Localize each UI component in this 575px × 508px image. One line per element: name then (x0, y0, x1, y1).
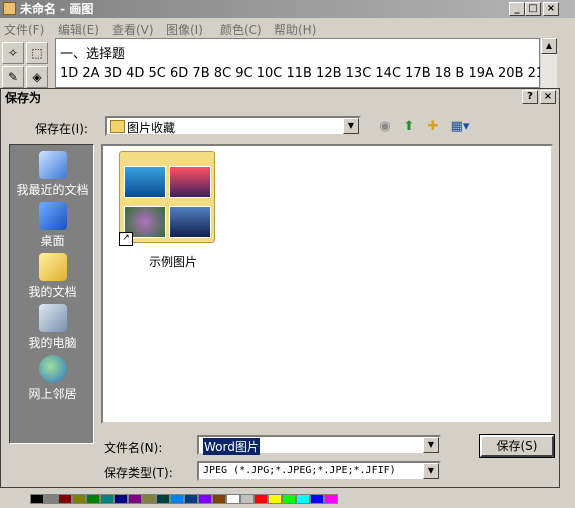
paint-app-icon (3, 2, 16, 15)
drawing-canvas[interactable]: 一、选择题 1D 2A 3D 4D 5C 6D 7B 8C 9C 10C 11B… (55, 38, 553, 88)
eraser-tool-icon[interactable]: ✎ (2, 66, 24, 88)
menu-colors[interactable]: 颜色(C) (220, 21, 262, 38)
color-swatch[interactable] (58, 494, 72, 504)
recent-documents-icon (38, 151, 67, 179)
save-in-value: 图片收藏 (127, 121, 176, 135)
minimize-button[interactable]: _ (509, 2, 525, 16)
place-my-documents[interactable]: 我的文档 (10, 249, 95, 299)
filetype-label: 保存类型(T): (104, 466, 173, 480)
color-swatch[interactable] (128, 494, 142, 504)
color-swatch[interactable] (212, 494, 226, 504)
network-places-icon (38, 355, 67, 383)
color-swatch[interactable] (44, 494, 58, 504)
menu-view[interactable]: 查看(V) (112, 21, 154, 38)
maximize-button[interactable]: □ (525, 2, 541, 16)
places-bar: 我最近的文档 桌面 我的文档 我的电脑 网上邻居 (9, 144, 94, 444)
color-swatch[interactable] (170, 494, 184, 504)
dialog-title-bar: 保存为 ? × (1, 89, 559, 107)
color-swatch[interactable] (100, 494, 114, 504)
new-folder-icon[interactable]: ✚ (424, 118, 442, 136)
color-swatch[interactable] (282, 494, 296, 504)
fill-tool-icon[interactable]: ◈ (26, 66, 48, 88)
folder-label: 示例图片 (149, 255, 198, 269)
color-swatch[interactable] (254, 494, 268, 504)
thumbnail (169, 206, 211, 238)
thumbnail (124, 166, 166, 198)
place-my-computer[interactable]: 我的电脑 (10, 300, 95, 350)
color-swatch[interactable] (156, 494, 170, 504)
save-in-dropdown[interactable]: 图片收藏 ▼ (105, 116, 361, 136)
color-swatch[interactable] (142, 494, 156, 504)
help-button[interactable]: ? (522, 90, 538, 104)
my-documents-icon (38, 253, 67, 281)
save-button[interactable]: 保存(S) (479, 434, 555, 458)
menu-bar: 文件(F) 编辑(E) 查看(V) 图像(I) 颜色(C) 帮助(H) (0, 18, 575, 38)
view-menu-icon[interactable]: ▦▾ (448, 118, 472, 136)
place-network[interactable]: 网上邻居 (10, 351, 95, 401)
color-swatch[interactable] (184, 494, 198, 504)
color-swatch[interactable] (198, 494, 212, 504)
save-as-dialog: 保存为 ? × 保存在(I): 图片收藏 ▼ ◉ ⬆ ✚ ▦▾ 我最近的文档 桌… (0, 88, 560, 488)
desktop-icon (38, 202, 67, 230)
back-icon[interactable]: ◉ (376, 118, 394, 136)
my-computer-icon (38, 304, 67, 332)
color-swatch[interactable] (86, 494, 100, 504)
color-swatch[interactable] (30, 494, 44, 504)
thumbnail (169, 166, 211, 198)
filetype-value: JPEG (*.JPG;*.JPEG;*.JPE;*.JFIF) (203, 465, 396, 476)
chevron-down-icon[interactable]: ▼ (423, 463, 439, 479)
dialog-title: 保存为 (5, 91, 42, 105)
scroll-up-icon[interactable]: ▲ (541, 38, 557, 54)
place-label: 我的电脑 (28, 336, 77, 350)
place-label: 桌面 (40, 234, 65, 248)
color-swatch[interactable] (72, 494, 86, 504)
toolbox: ✧ ⬚ ✎ ◈ (0, 38, 52, 88)
filename-value: Word图片 (203, 438, 260, 455)
color-swatch[interactable] (268, 494, 282, 504)
chevron-down-icon[interactable]: ▼ (343, 118, 359, 134)
color-palette (0, 488, 575, 508)
paint-title-bar: 未命名 - 画图 _ □ × (0, 0, 575, 18)
filename-field[interactable]: Word图片 ▼ (197, 435, 441, 455)
paint-window-title: 未命名 - 画图 (20, 2, 94, 16)
menu-image[interactable]: 图像(I) (166, 21, 203, 38)
folder-item-sample-pictures[interactable]: ↗ 示例图片 (119, 151, 217, 269)
canvas-text-line-1: 一、选择题 (60, 47, 126, 62)
chevron-down-icon[interactable]: ▼ (423, 437, 439, 453)
place-label: 我最近的文档 (16, 183, 89, 197)
color-swatch[interactable] (296, 494, 310, 504)
place-label: 我的文档 (28, 285, 77, 299)
color-swatch[interactable] (114, 494, 128, 504)
filename-label: 文件名(N): (104, 441, 163, 455)
shortcut-arrow-icon: ↗ (119, 232, 133, 246)
menu-file[interactable]: 文件(F) (4, 21, 44, 38)
place-desktop[interactable]: 桌面 (10, 198, 95, 248)
color-swatch[interactable] (226, 494, 240, 504)
free-select-tool-icon[interactable]: ✧ (2, 42, 24, 64)
color-swatch[interactable] (240, 494, 254, 504)
menu-help[interactable]: 帮助(H) (274, 21, 316, 38)
file-list[interactable]: ↗ 示例图片 (101, 144, 553, 424)
color-swatch[interactable] (310, 494, 324, 504)
menu-edit[interactable]: 编辑(E) (58, 21, 99, 38)
place-label: 网上邻居 (28, 387, 77, 401)
place-recent-documents[interactable]: 我最近的文档 (10, 147, 95, 197)
save-in-label: 保存在(I): (35, 122, 88, 136)
dialog-close-button[interactable]: × (540, 90, 556, 104)
up-folder-icon[interactable]: ⬆ (400, 118, 418, 136)
rect-select-tool-icon[interactable]: ⬚ (26, 42, 48, 64)
folder-small-icon (110, 120, 125, 133)
filetype-dropdown[interactable]: JPEG (*.JPG;*.JPEG;*.JPE;*.JFIF) ▼ (197, 461, 441, 481)
canvas-text-line-2: 1D 2A 3D 4D 5C 6D 7B 8C 9C 10C 11B 12B 1… (60, 66, 554, 81)
color-swatch[interactable] (324, 494, 338, 504)
close-button[interactable]: × (543, 2, 559, 16)
canvas-vertical-scrollbar[interactable]: ▲ (540, 38, 557, 88)
